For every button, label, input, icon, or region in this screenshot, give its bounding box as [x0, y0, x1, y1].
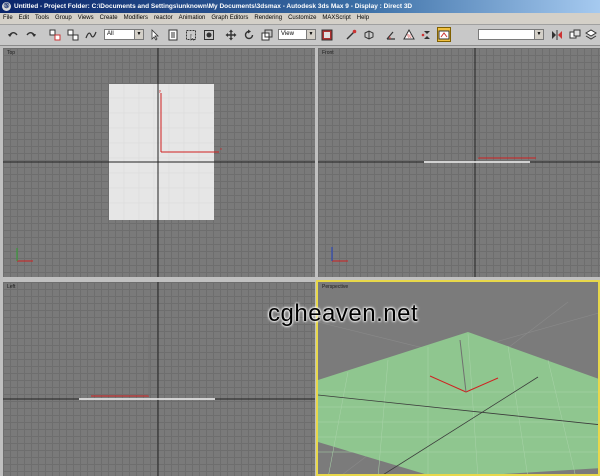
select-object-icon[interactable] [148, 27, 162, 42]
angle-snap-icon[interactable] [384, 27, 398, 42]
select-by-name-icon[interactable] [166, 27, 180, 42]
mirror-icon[interactable] [550, 27, 564, 42]
top-viewport-scene: x y [3, 48, 315, 277]
menu-customize[interactable]: Customize [285, 13, 319, 24]
window-crossing-icon[interactable] [202, 27, 216, 42]
selection-filter-value: All [107, 31, 114, 37]
plane-object-perspective[interactable] [318, 332, 600, 476]
move-icon[interactable] [224, 27, 238, 42]
selection-filter-dropdown[interactable]: All ▼ [104, 29, 144, 40]
menu-graph-editors[interactable]: Graph Editors [208, 13, 251, 24]
transform-gizmo-left[interactable] [91, 334, 150, 397]
top-viewport[interactable]: Top x y [3, 48, 315, 277]
menu-animation[interactable]: Animation [176, 13, 209, 24]
menu-modifiers[interactable]: Modifiers [121, 13, 151, 24]
menu-bar: File Edit Tools Group Views Create Modif… [0, 13, 600, 25]
svg-text:%: % [407, 34, 412, 40]
unlink-icon[interactable] [66, 27, 80, 42]
link-icon[interactable] [48, 27, 62, 42]
menu-help[interactable]: Help [354, 13, 372, 24]
chevron-down-icon: ▼ [534, 30, 543, 39]
front-viewport-scene [318, 48, 600, 277]
menu-tools[interactable]: Tools [32, 13, 52, 24]
axis-tripod-top [16, 248, 33, 262]
reference-coordinate-value: View [281, 31, 294, 37]
undo-icon[interactable] [6, 27, 20, 42]
3dsmax-app-icon[interactable]: ⑤ [2, 2, 11, 11]
select-manipulate-icon[interactable] [344, 27, 358, 42]
menu-maxscript[interactable]: MAXScript [319, 13, 353, 24]
chevron-down-icon: ▼ [134, 30, 143, 39]
scale-icon[interactable] [260, 27, 274, 42]
axis-tripod-front [331, 247, 348, 262]
rect-select-region-icon[interactable] [184, 27, 198, 42]
menu-edit[interactable]: Edit [16, 13, 32, 24]
svg-text:y: y [159, 88, 161, 93]
pivot-center-icon[interactable] [320, 27, 334, 42]
edit-named-selection-icon[interactable] [437, 27, 451, 42]
menu-create[interactable]: Create [97, 13, 121, 24]
main-toolbar: All ▼ View ▼ % ▼ [0, 25, 600, 46]
redo-icon[interactable] [24, 27, 38, 42]
menu-group[interactable]: Group [52, 13, 75, 24]
watermark-text: cgheaven.net [268, 300, 419, 327]
window-title: Untitled - Project Folder: C:\Documents … [14, 3, 413, 10]
menu-reactor[interactable]: reactor [151, 13, 176, 24]
transform-gizmo-front[interactable] [477, 98, 536, 159]
rotate-icon[interactable] [242, 27, 256, 42]
named-selection-set-dropdown[interactable]: ▼ [478, 29, 544, 40]
title-bar: ⑤ Untitled - Project Folder: C:\Document… [0, 0, 600, 13]
front-viewport[interactable]: Front [318, 48, 600, 277]
layer-manager-icon[interactable] [584, 27, 598, 42]
menu-file[interactable]: File [0, 13, 16, 24]
svg-text:x: x [220, 146, 222, 151]
chevron-down-icon: ▼ [306, 30, 315, 39]
bind-space-warp-icon[interactable] [84, 27, 98, 42]
menu-views[interactable]: Views [75, 13, 97, 24]
percent-snap-icon[interactable]: % [402, 27, 416, 42]
spinner-snap-icon[interactable] [420, 27, 434, 42]
snap-icon[interactable] [362, 27, 376, 42]
align-icon[interactable] [568, 27, 582, 42]
reference-coordinate-dropdown[interactable]: View ▼ [278, 29, 316, 40]
menu-rendering[interactable]: Rendering [251, 13, 285, 24]
